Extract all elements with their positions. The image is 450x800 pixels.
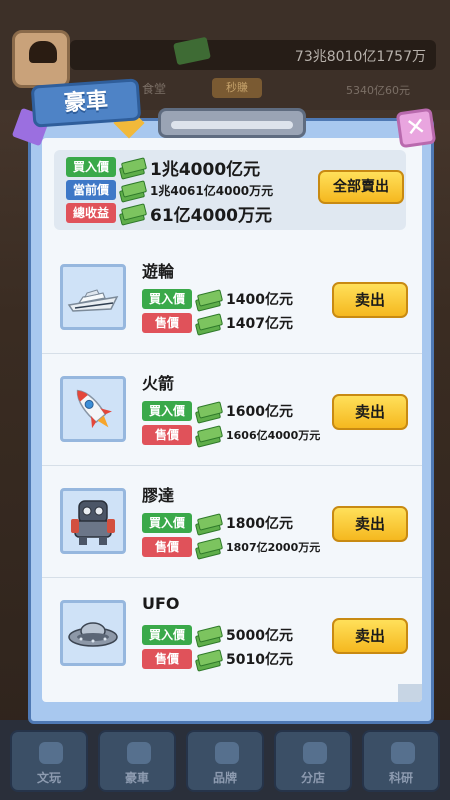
sell-price-row: 售價 1807亿2000万元 (142, 536, 320, 558)
item-name: 火箭 (142, 374, 175, 393)
sell-price-value: 1807亿2000万元 (226, 541, 321, 554)
sell-price-value: 1407亿元 (226, 316, 293, 332)
sell-price-tag: 售價 (142, 313, 192, 333)
store-icon (303, 742, 327, 764)
nav-brand[interactable]: 品牌 (186, 730, 264, 792)
nav-branch-store[interactable]: 分店 (274, 730, 352, 792)
cash-icon (196, 314, 220, 332)
yacht-icon (60, 264, 126, 330)
summary-current-value: 1兆4061亿4000万元 (150, 183, 274, 198)
buy-price-row: 買入價 1800亿元 (142, 512, 293, 534)
sell-price-row: 售價 1407亿元 (142, 312, 293, 334)
sell-price-value: 1606亿4000万元 (226, 429, 321, 442)
clipboard-paper: 買入價 1兆4000亿元 當前價 1兆4061亿4000万元 總收益 61亿40… (42, 138, 422, 702)
total-money-value: 73兆8010亿1757万 (294, 49, 426, 65)
buy-price-tag: 買入價 (66, 157, 116, 177)
cash-icon (196, 514, 220, 532)
summary-buy-value: 1兆4000亿元 (150, 159, 261, 180)
clipboard-clip (158, 108, 306, 138)
rocket-icon (60, 376, 126, 442)
research-icon (391, 742, 415, 764)
sell-price-tag: 售價 (142, 425, 192, 445)
sell-button[interactable]: 卖出 (332, 618, 408, 654)
ufo-icon (60, 600, 126, 666)
sell-price-row: 售價 1606亿4000万元 (142, 424, 320, 446)
summary-profit-value: 61亿4000万元 (150, 205, 272, 226)
background-label: 食堂 (142, 82, 167, 96)
item-name: UFO (142, 594, 180, 613)
total-money-bar: 73兆8010亿1757万 (70, 40, 436, 70)
sell-button[interactable]: 卖出 (332, 282, 408, 318)
background-value: 5340亿60元 (346, 84, 410, 97)
brand-icon (215, 742, 239, 764)
buy-price-row: 買入價 1400亿元 (142, 288, 293, 310)
buy-price-tag: 買入價 (142, 401, 192, 421)
list-item-yacht: 遊輪 買入價 1400亿元 售價 1407亿元 卖出 (42, 242, 422, 354)
modal-title: 豪車 (30, 78, 142, 128)
cash-icon (196, 426, 220, 444)
cash-icon (196, 290, 220, 308)
close-button[interactable]: ✕ (395, 107, 437, 149)
list-item-robot: 膠達 買入價 1800亿元 售價 1807亿2000万元 卖出 (42, 466, 422, 578)
list-item-rocket: 火箭 買入價 1600亿元 售價 1606亿4000万元 卖出 (42, 354, 422, 466)
buy-price-row: 買入價 1600亿元 (142, 400, 293, 422)
nav-research[interactable]: 科研 (362, 730, 440, 792)
antique-icon (39, 742, 63, 764)
nav-antiques[interactable]: 文玩 (10, 730, 88, 792)
nav-label: 豪車 (124, 771, 149, 785)
car-icon (127, 742, 151, 764)
nav-label: 分店 (300, 771, 325, 785)
portfolio-summary: 買入價 1兆4000亿元 當前價 1兆4061亿4000万元 總收益 61亿40… (54, 150, 406, 230)
buy-price-tag: 買入價 (142, 625, 192, 645)
sell-button[interactable]: 卖出 (332, 506, 408, 542)
item-name: 膠達 (142, 486, 175, 505)
nav-label: 品牌 (212, 771, 237, 785)
buy-price-value: 1800亿元 (226, 516, 293, 532)
buy-price-value: 1400亿元 (226, 292, 293, 308)
nav-label: 文玩 (36, 771, 61, 785)
paper-corner-curl (398, 684, 422, 702)
nav-luxury-cars[interactable]: 豪車 (98, 730, 176, 792)
cash-icon (120, 204, 144, 222)
buy-price-value: 1600亿元 (226, 404, 293, 420)
background-earn-button: 秒賺 (212, 78, 262, 98)
summary-profit-row: 總收益 61亿4000万元 (66, 202, 272, 226)
nav-label: 科研 (388, 771, 413, 785)
sell-price-value: 5010亿元 (226, 652, 293, 668)
buy-price-tag: 買入價 (142, 289, 192, 309)
sell-price-tag: 售價 (142, 649, 192, 669)
cash-icon (196, 538, 220, 556)
list-item-ufo: UFO 買入價 5000亿元 售價 5010亿元 卖出 (42, 578, 422, 690)
cash-icon (196, 650, 220, 668)
cash-icon (120, 181, 144, 199)
summary-buy-row: 買入價 1兆4000亿元 (66, 156, 261, 180)
cash-icon (196, 626, 220, 644)
sell-price-row: 售價 5010亿元 (142, 648, 293, 670)
sell-all-button[interactable]: 全部賣出 (318, 170, 404, 204)
sell-price-tag: 售價 (142, 537, 192, 557)
sell-button[interactable]: 卖出 (332, 394, 408, 430)
current-price-tag: 當前價 (66, 180, 116, 200)
item-name: 遊輪 (142, 262, 175, 281)
summary-current-row: 當前價 1兆4061亿4000万元 (66, 179, 273, 201)
buy-price-value: 5000亿元 (226, 628, 293, 644)
cash-icon (196, 402, 220, 420)
bottom-navigation: 文玩 豪車 品牌 分店 科研 (0, 720, 450, 800)
buy-price-tag: 買入價 (142, 513, 192, 533)
player-avatar[interactable] (12, 30, 70, 88)
buy-price-row: 買入價 5000亿元 (142, 624, 293, 646)
cash-icon (120, 158, 144, 176)
profit-tag: 總收益 (66, 203, 116, 223)
robot-icon (60, 488, 126, 554)
